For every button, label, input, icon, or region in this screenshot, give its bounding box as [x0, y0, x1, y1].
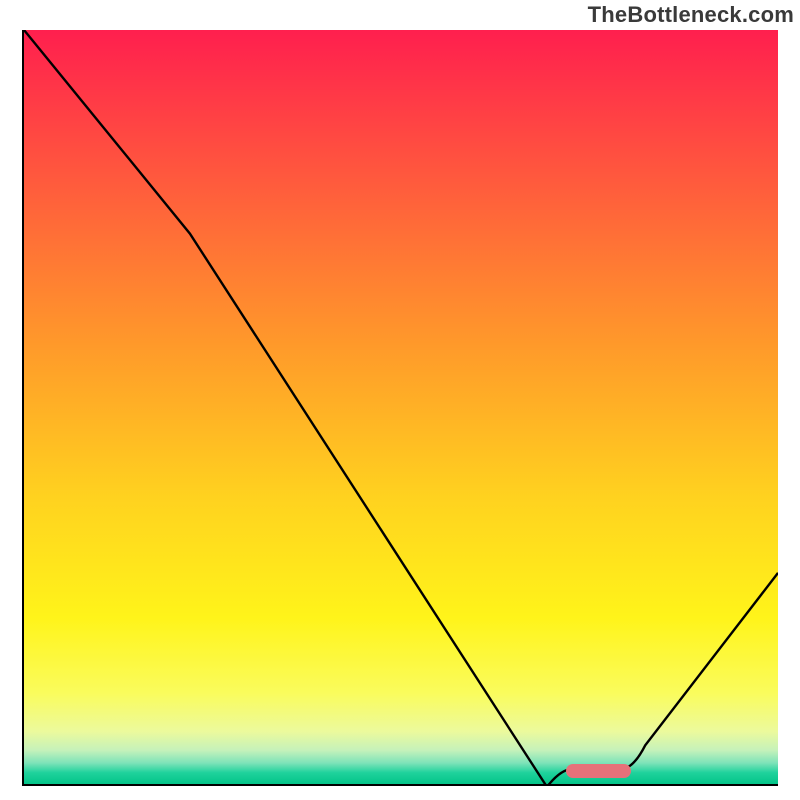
chart-stage: TheBottleneck.com	[0, 0, 800, 800]
plot-area	[22, 30, 778, 786]
plot-svg	[24, 30, 778, 784]
watermark-text: TheBottleneck.com	[588, 2, 794, 28]
gradient-fill-rect	[24, 30, 778, 784]
